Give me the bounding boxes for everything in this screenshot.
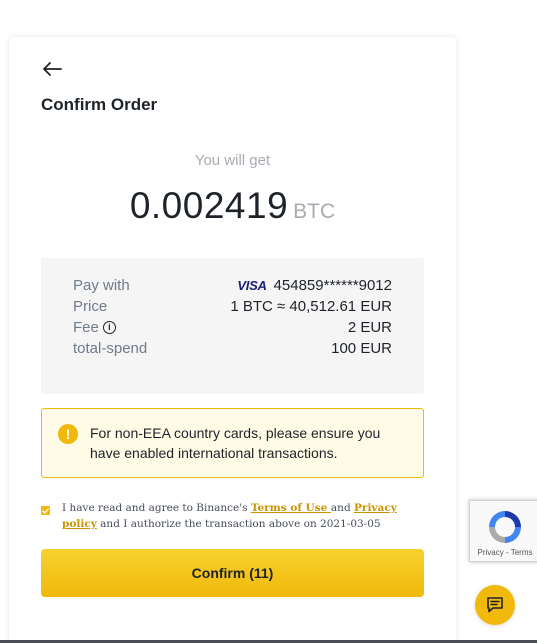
chat-icon [487, 597, 503, 613]
price-value: 1 BTC ≈ 40,512.61 EUR [230, 298, 392, 315]
total-spend-value: 100 EUR [331, 340, 392, 357]
card-number: 454859******9012 [273, 277, 392, 294]
you-will-get-label: You will get [194, 152, 271, 169]
recaptcha-badge[interactable]: Privacy - Terms [469, 500, 537, 562]
back-button[interactable] [39, 57, 65, 81]
recaptcha-terms-link[interactable]: Terms [511, 548, 533, 557]
warning-banner: ! For non-EEA country cards, please ensu… [41, 408, 424, 478]
arrow-left-icon [43, 62, 62, 76]
confirm-button[interactable]: Confirm (11) [41, 549, 424, 597]
confirm-order-card: Confirm Order You will get 0.002419 BTC P… [9, 37, 456, 643]
recaptcha-links: Privacy - Terms [470, 548, 537, 557]
exclamation-icon: ! [58, 424, 78, 444]
fee-row: Fee i 2 EUR [73, 317, 392, 338]
pay-with-row: Pay with VISA 454859******9012 [73, 275, 392, 296]
recaptcha-separator: - [503, 548, 511, 557]
price-label: Price [73, 298, 108, 315]
agreement-text-after: and I authorize the transaction above on… [96, 518, 381, 530]
agree-checkbox[interactable] [41, 506, 50, 515]
page-title: Confirm Order [41, 95, 158, 114]
crypto-currency: BTC [293, 200, 336, 223]
agreement-text: I have read and agree to Binance's Terms… [62, 500, 412, 532]
payment-card: VISA 454859******9012 [237, 277, 392, 294]
agreement-text-before: I have read and agree to Binance's [62, 502, 251, 514]
fee-label-group: Fee i [73, 319, 116, 336]
recaptcha-logo-icon [489, 511, 521, 543]
fee-value: 2 EUR [347, 319, 392, 336]
recaptcha-privacy-link[interactable]: Privacy [478, 548, 504, 557]
chat-button[interactable] [475, 585, 515, 625]
fee-label: Fee [73, 319, 99, 336]
visa-icon: VISA [237, 278, 267, 293]
terms-of-use-link[interactable]: Terms of Use [251, 502, 331, 514]
price-row: Price 1 BTC ≈ 40,512.61 EUR [73, 296, 392, 317]
check-icon [42, 507, 49, 514]
agreement-and: and [330, 502, 355, 514]
amount-display: 0.002419 BTC [9, 185, 456, 227]
warning-text: For non-EEA country cards, please ensure… [90, 425, 381, 461]
total-spend-label: total-spend [73, 340, 148, 357]
crypto-amount: 0.002419 [129, 185, 289, 226]
total-spend-row: total-spend 100 EUR [73, 338, 392, 359]
order-details-panel: Pay with VISA 454859******9012 Price 1 B… [41, 258, 424, 394]
info-icon[interactable]: i [102, 321, 116, 334]
pay-with-label: Pay with [73, 277, 130, 294]
